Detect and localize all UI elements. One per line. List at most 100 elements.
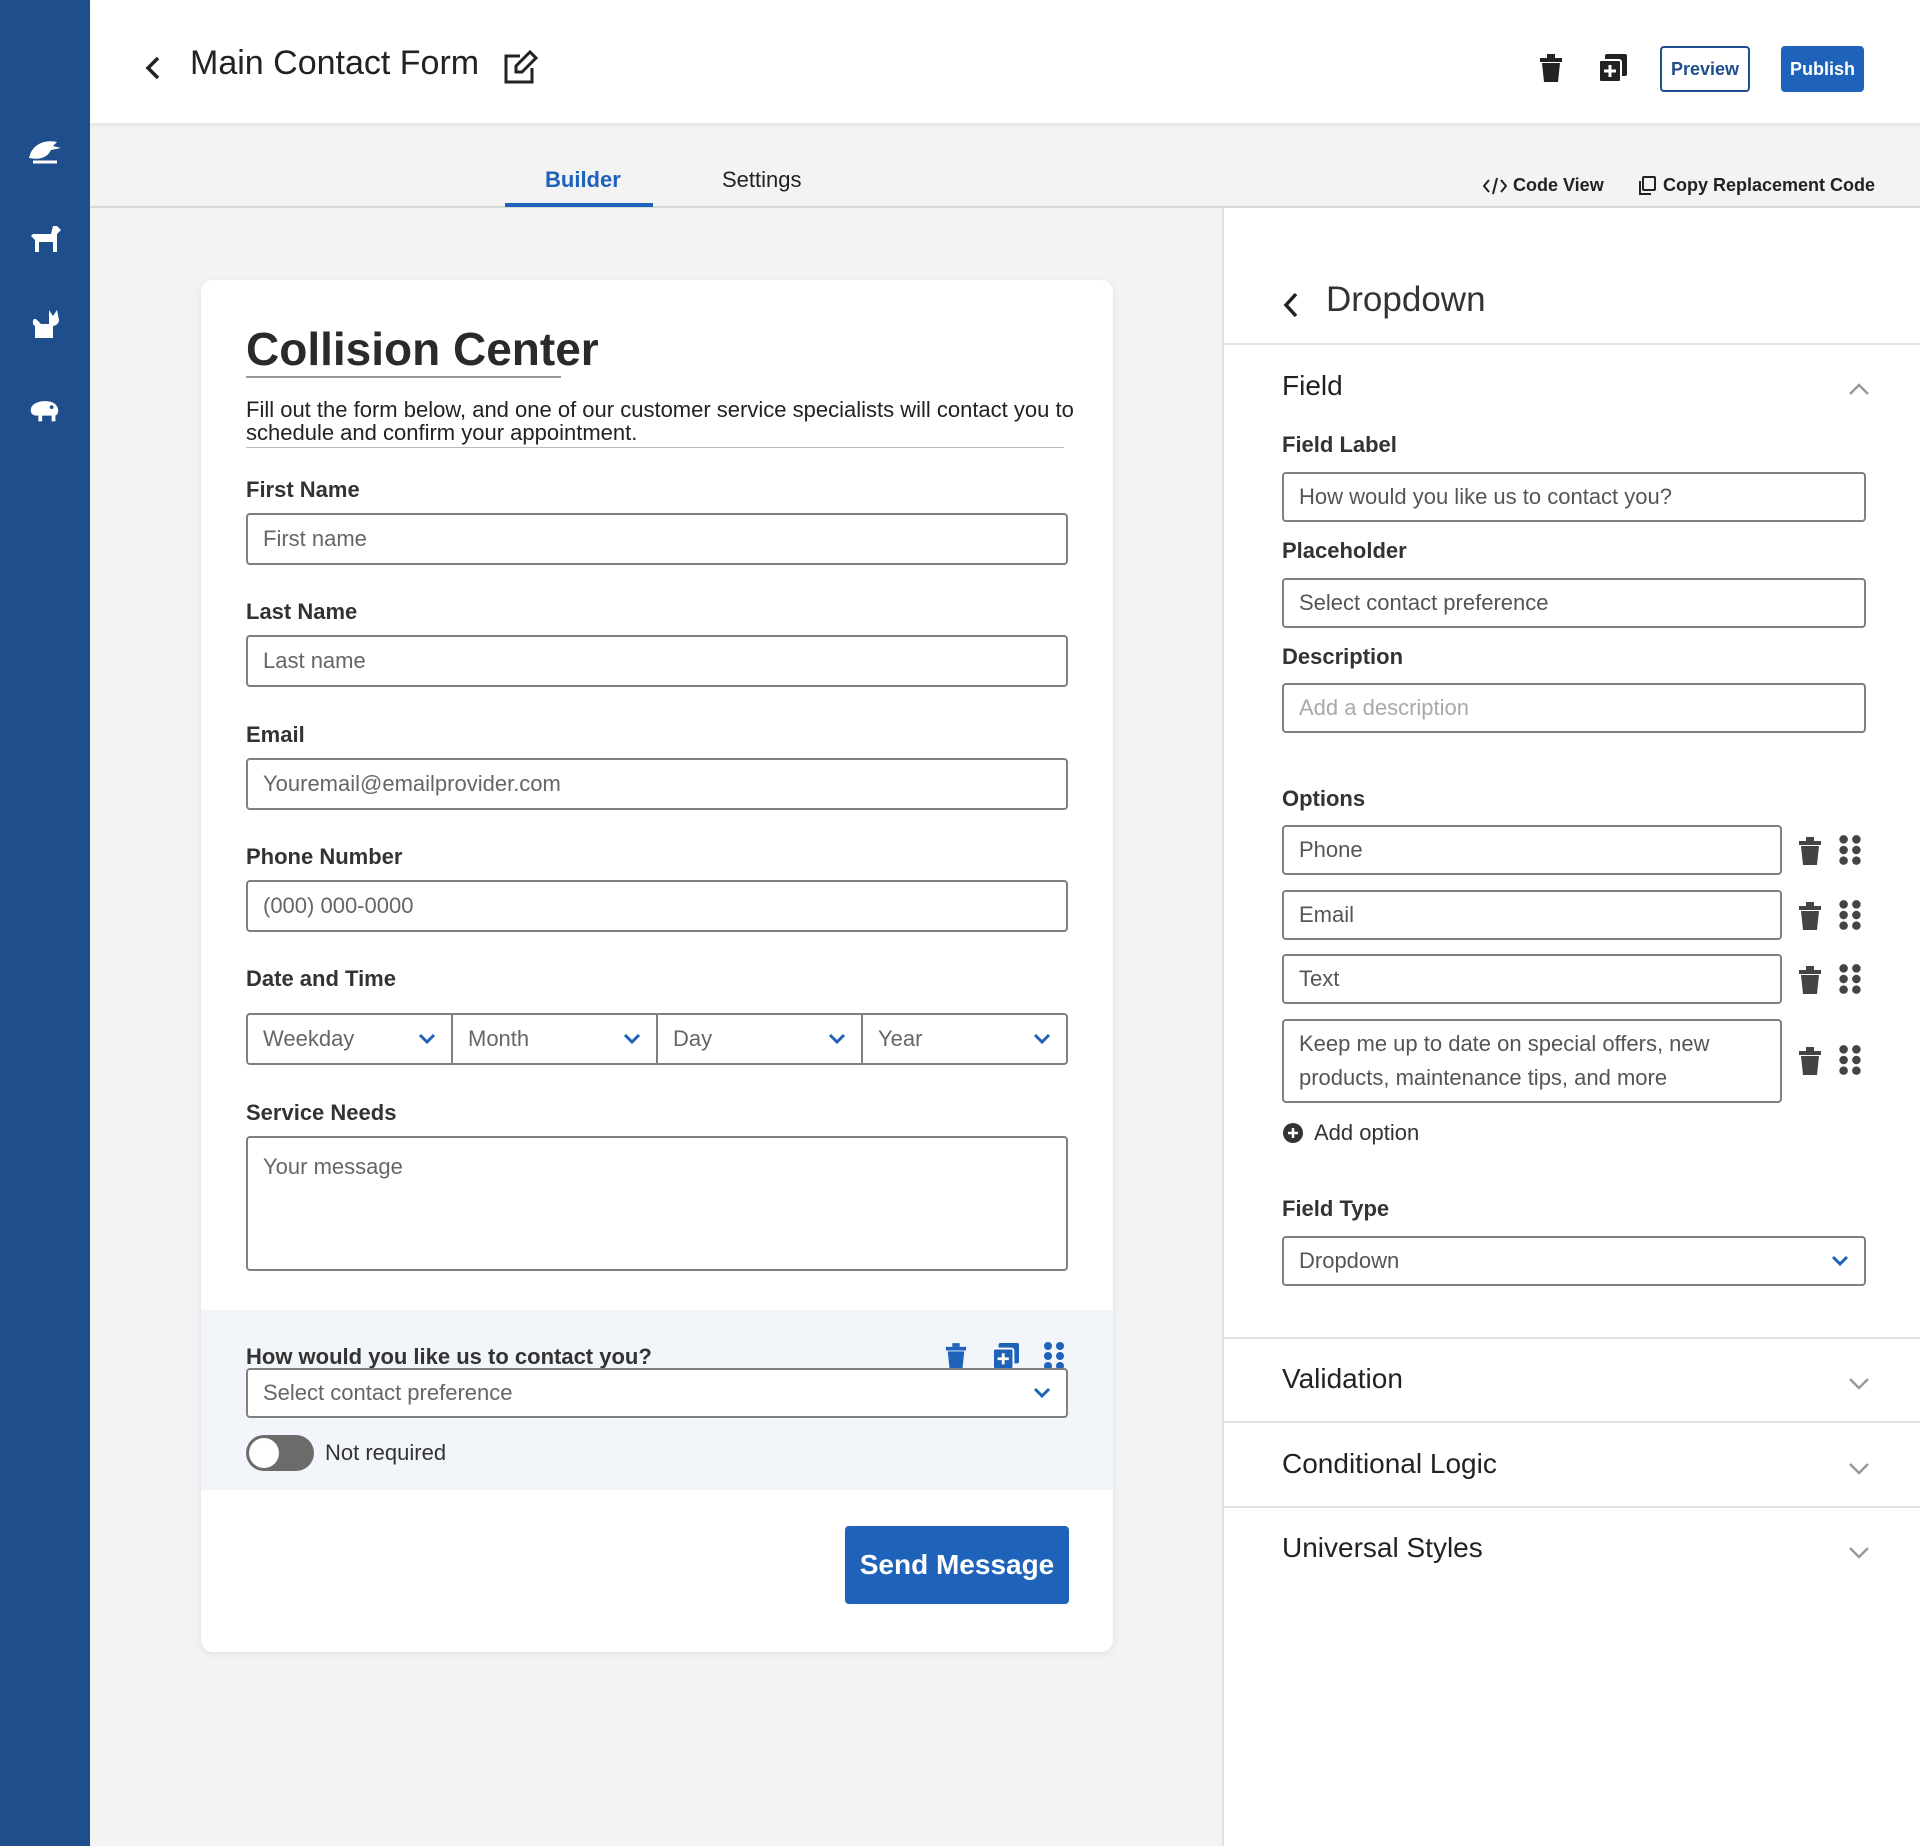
day-value: Day [673,1026,713,1051]
send-message-button[interactable]: Send Message [845,1526,1069,1604]
trash-icon[interactable] [1798,837,1822,865]
validation-section-header[interactable]: Validation [1282,1363,1403,1395]
preview-button[interactable]: Preview [1660,46,1750,92]
add-option-label: Add option [1314,1120,1420,1145]
chevron-down-icon[interactable] [1846,1542,1872,1562]
field-type-value: Dropdown [1299,1248,1400,1273]
back-arrow-icon[interactable] [1280,288,1304,324]
service-needs-textarea[interactable]: Your message [246,1136,1068,1271]
copy-icon [1639,175,1656,195]
email-label: Email [246,722,305,747]
placeholder-title: Placeholder [1282,538,1407,563]
add-option-button[interactable]: Add option [1282,1120,1419,1146]
trash-icon[interactable] [1798,966,1822,994]
chevron-down-icon [828,1033,846,1045]
option-value: Text [1299,966,1340,991]
option-input[interactable]: Email [1282,890,1782,940]
placeholder-value: Select contact preference [1299,590,1549,615]
first-name-field[interactable]: First name [246,513,1068,565]
form-description[interactable]: Fill out the form below, and one of our … [246,398,1076,444]
publish-button[interactable]: Publish [1781,46,1864,92]
description-input[interactable]: Add a description [1282,683,1866,733]
chevron-down-icon [1033,1387,1051,1399]
weekday-value: Weekday [263,1026,355,1051]
chevron-down-icon[interactable] [1846,1373,1872,1393]
page-title: Main Contact Form [190,44,480,82]
code-view-label: Code View [1513,175,1604,195]
title-underline [246,376,561,378]
bird-icon[interactable] [27,134,63,170]
phone-label: Phone Number [246,844,403,869]
chevron-down-icon [623,1033,641,1045]
month-value: Month [468,1026,530,1051]
dog-icon[interactable] [27,220,63,256]
service-needs-label: Service Needs [246,1100,397,1125]
panel-title: Dropdown [1326,280,1486,319]
email-placeholder: Youremail@emailprovider.com [263,771,561,796]
trash-icon[interactable] [1798,902,1822,930]
option-input[interactable]: Text [1282,954,1782,1004]
tab-settings[interactable]: Settings [722,167,802,193]
drag-handle-icon[interactable] [1838,899,1862,931]
phone-field[interactable]: (000) 000-0000 [246,880,1068,932]
field-type-title: Field Type [1282,1196,1390,1221]
first-name-placeholder: First name [263,526,367,551]
required-toggle-label: Not required [325,1440,447,1465]
top-header: Main Contact Form Preview Publish [90,0,1920,123]
day-select[interactable]: Day [656,1013,863,1065]
back-arrow-icon[interactable] [140,50,170,90]
year-select[interactable]: Year [861,1013,1068,1065]
trash-icon[interactable] [1536,50,1566,86]
code-view-link[interactable]: Code View [1483,175,1604,196]
option-value: Email [1299,902,1355,927]
copy-code-label: Copy Replacement Code [1663,175,1876,195]
description-title: Description [1282,644,1404,669]
edit-pencil-icon[interactable] [500,49,540,90]
last-name-field[interactable]: Last name [246,635,1068,687]
field-type-select[interactable]: Dropdown [1282,1236,1866,1286]
email-field[interactable]: Youremail@emailprovider.com [246,758,1068,810]
drag-handle-icon[interactable] [1838,834,1862,866]
last-name-placeholder: Last name [263,648,366,673]
phone-placeholder: (000) 000-0000 [263,893,414,918]
field-label-value: How would you like us to contact you? [1299,484,1672,509]
properties-panel: Dropdown Field Field Label How would you… [1222,208,1920,1846]
field-section-header[interactable]: Field [1282,370,1343,402]
option-value: Phone [1299,837,1363,862]
option-input[interactable]: Keep me up to date on special offers, ne… [1282,1019,1782,1103]
contact-preference-select[interactable]: Select contact preference [246,1368,1068,1418]
contact-preference-placeholder: Select contact preference [263,1380,513,1405]
trash-icon[interactable] [1798,1047,1822,1075]
panel-divider [1224,343,1920,345]
tab-builder[interactable]: Builder [545,167,621,193]
drag-handle-icon[interactable] [1838,963,1862,995]
universal-styles-section-header[interactable]: Universal Styles [1282,1532,1483,1564]
date-time-label: Date and Time [246,966,396,991]
field-label-input[interactable]: How would you like us to contact you? [1282,472,1866,522]
form-title[interactable]: Collision Center [246,322,599,376]
elephant-icon[interactable] [27,392,63,428]
code-icon [1483,177,1507,194]
required-toggle[interactable] [246,1435,314,1471]
first-name-label: First Name [246,477,360,502]
month-select[interactable]: Month [451,1013,658,1065]
panel-divider [1224,1337,1920,1339]
duplicate-icon[interactable] [1598,50,1628,86]
description-placeholder: Add a description [1299,695,1469,720]
panel-divider [1224,1421,1920,1423]
chevron-down-icon [418,1033,436,1045]
chevron-down-icon[interactable] [1846,1458,1872,1478]
form-canvas: Collision Center Fill out the form below… [201,280,1113,1652]
cat-icon[interactable] [27,306,63,342]
copy-code-link[interactable]: Copy Replacement Code [1637,175,1875,196]
chevron-down-icon [1831,1255,1849,1267]
weekday-select[interactable]: Weekday [246,1013,453,1065]
toggle-knob [249,1438,279,1468]
placeholder-input[interactable]: Select contact preference [1282,578,1866,628]
conditional-logic-section-header[interactable]: Conditional Logic [1282,1448,1497,1480]
drag-handle-icon[interactable] [1838,1044,1862,1076]
option-input[interactable]: Phone [1282,825,1782,875]
chevron-up-icon[interactable] [1846,380,1872,400]
tab-bar: Builder Settings Code View Copy Replacem… [90,123,1920,208]
selected-field-block[interactable]: How would you like us to contact you? Se… [201,1310,1113,1490]
